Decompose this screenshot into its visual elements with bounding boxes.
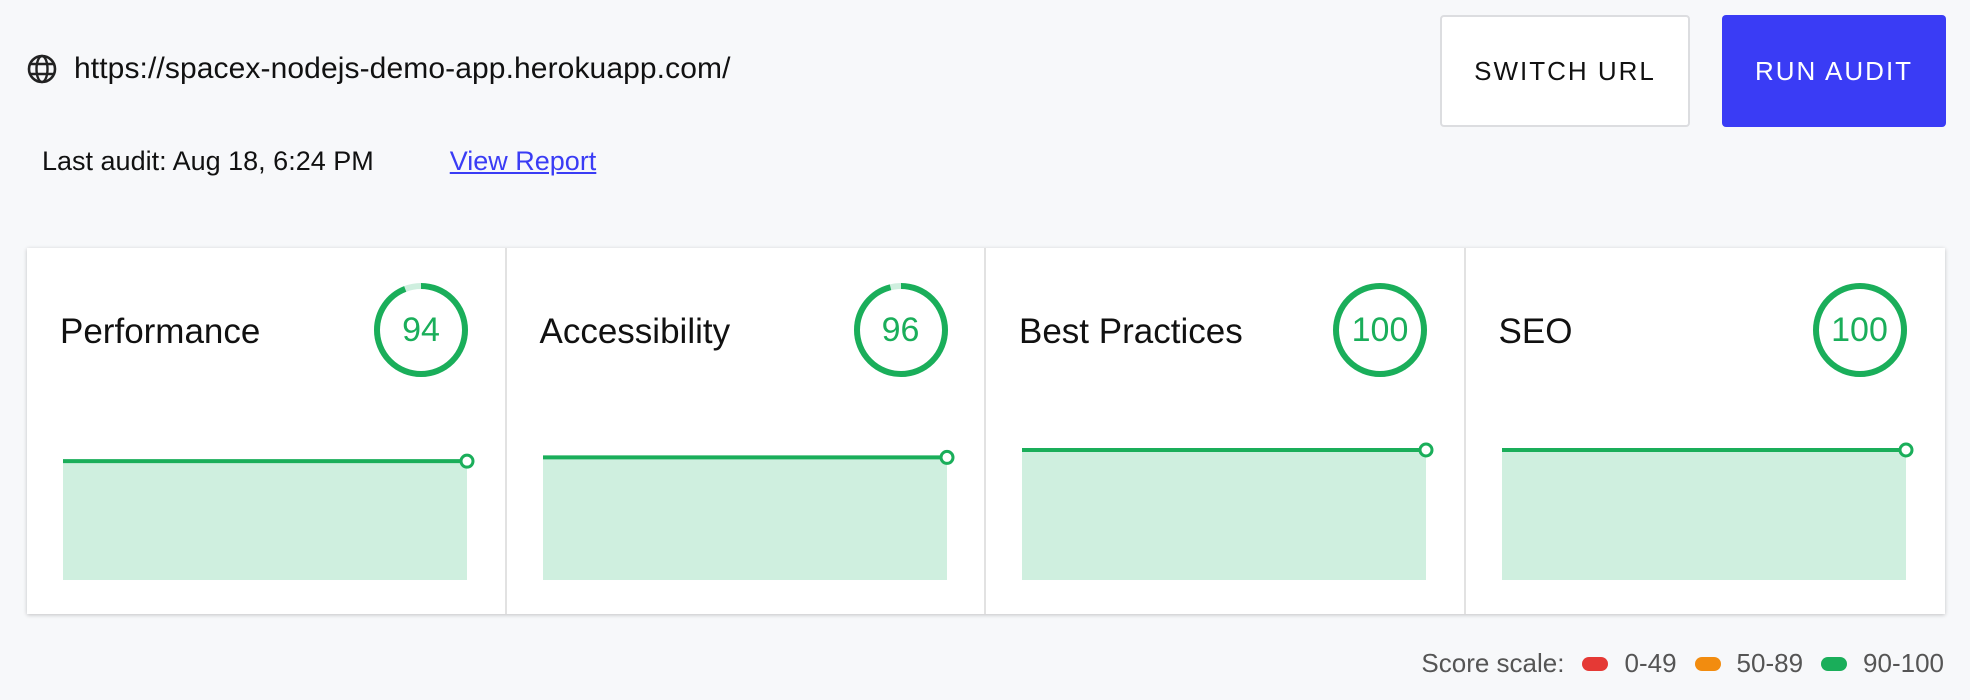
globe-icon: [26, 53, 58, 85]
legend-range: 90-100: [1863, 648, 1944, 678]
trend-chart: [63, 453, 475, 580]
switch-url-button[interactable]: SWITCH URL: [1440, 15, 1690, 127]
last-audit-text: Last audit: Aug 18, 6:24 PM: [42, 146, 374, 176]
score-value: 100: [1831, 310, 1888, 349]
trend-point: [1898, 442, 1913, 458]
run-audit-button[interactable]: RUN AUDIT: [1722, 15, 1946, 127]
score-cards: Performance 94 Accessibility 96 Best Pra…: [27, 248, 1945, 614]
trend-chart: [1022, 442, 1434, 580]
score-value: 94: [402, 310, 440, 349]
audit-info: Last audit: Aug 18, 6:24 PM View Report: [42, 146, 596, 177]
trend-area: [1501, 450, 1906, 580]
score-scale-legend: Score scale: 0-49 50-89 90-100: [1421, 648, 1944, 679]
view-report-link[interactable]: View Report: [450, 146, 597, 177]
card-title: SEO: [1498, 312, 1573, 351]
score-card-performance[interactable]: Performance 94: [27, 248, 507, 614]
trend-chart: [542, 449, 954, 580]
legend-label: Score scale:: [1421, 648, 1565, 678]
score-gauge: 96: [852, 281, 950, 379]
trend-area: [1022, 450, 1426, 580]
site-url: https://spacex-nodejs-demo-app.herokuapp…: [74, 52, 731, 85]
legend-swatch-red: [1582, 656, 1609, 671]
score-card-accessibility[interactable]: Accessibility 96: [507, 248, 986, 614]
trend-point: [939, 449, 954, 465]
score-card-seo[interactable]: SEO 100: [1466, 248, 1946, 614]
url-row: https://spacex-nodejs-demo-app.herokuapp…: [26, 52, 731, 86]
top-bar: https://spacex-nodejs-demo-app.herokuapp…: [0, 0, 1970, 176]
legend-swatch-green: [1821, 656, 1848, 671]
card-title: Performance: [60, 312, 261, 351]
trend-point: [1418, 442, 1434, 458]
score-card-best-practices[interactable]: Best Practices 100: [986, 248, 1466, 614]
trend-area: [63, 461, 467, 580]
trend-point: [459, 453, 475, 469]
score-gauge: 100: [1331, 281, 1429, 379]
legend-swatch-orange: [1694, 656, 1721, 671]
card-title: Accessibility: [539, 312, 731, 351]
card-title: Best Practices: [1019, 312, 1243, 351]
trend-chart: [1501, 442, 1913, 580]
trend-area: [542, 457, 947, 580]
score-gauge: 94: [372, 281, 470, 379]
legend-range: 0-49: [1624, 648, 1677, 678]
score-gauge: 100: [1811, 281, 1909, 379]
score-value: 100: [1351, 310, 1409, 349]
legend-range: 50-89: [1736, 648, 1804, 678]
score-value: 96: [881, 310, 920, 349]
